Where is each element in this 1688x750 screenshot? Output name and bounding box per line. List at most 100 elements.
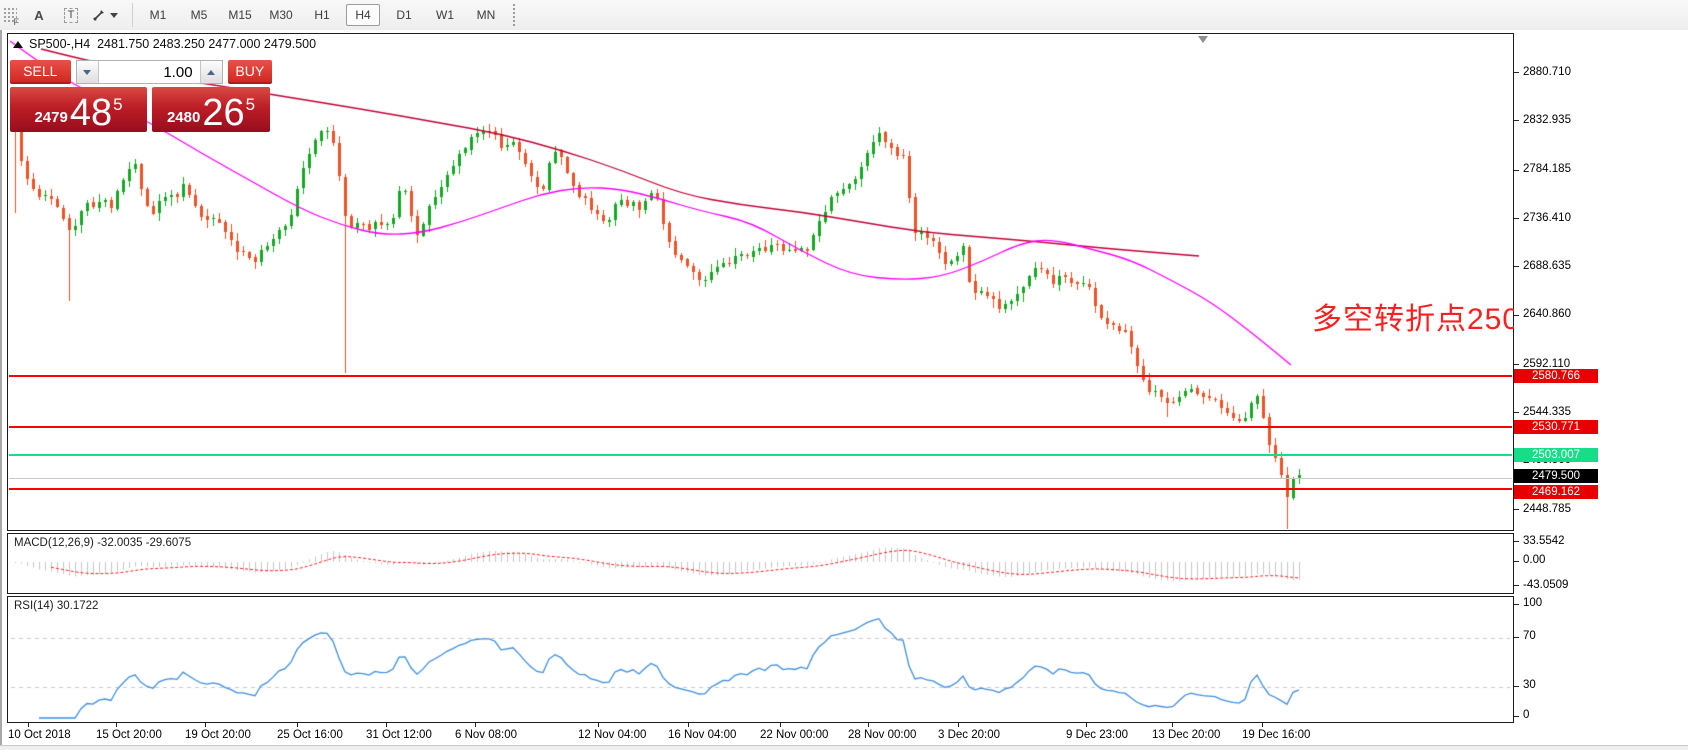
rsi-value: 30.1722	[56, 600, 99, 612]
status-strip	[0, 745, 1688, 750]
price-tick-label: 2448.785	[1523, 502, 1571, 515]
buy-button[interactable]: BUY	[227, 60, 272, 84]
price-tick-label: 2880.710	[1523, 65, 1571, 78]
level-line-pivot[interactable]	[9, 453, 1512, 456]
text-annotation-icon[interactable]: A	[26, 2, 52, 28]
toolbar-separator	[132, 3, 133, 27]
time-tick-label: 19 Oct 20:00	[185, 729, 251, 741]
level-line-resistance[interactable]	[9, 375, 1512, 378]
chart-symbol: SP500-,H4	[29, 37, 91, 51]
time-tick-label: 19 Dec 16:00	[1242, 729, 1311, 741]
buy-price-main: 26	[202, 92, 245, 134]
mt4-terminal: F A T M1 M5 M15 M30 H1 H4 D1 W1 MN SP500-,H4 248…	[0, 0, 1688, 750]
volume-decrease-button[interactable]	[76, 61, 99, 83]
price-tick	[1514, 169, 1519, 171]
timeframe-mn-button[interactable]: MN	[469, 4, 503, 26]
rsi-axis-tick	[1514, 685, 1519, 687]
time-tick-label: 13 Dec 20:00	[1152, 729, 1221, 741]
dropdown-caret-icon[interactable]	[110, 12, 118, 18]
timeframe-w1-button[interactable]: W1	[428, 4, 462, 26]
time-tick	[1262, 723, 1263, 727]
time-tick-label: 6 Nov 08:00	[455, 729, 518, 741]
macd-canvas[interactable]	[9, 535, 1512, 592]
macd-name: MACD(12,26,9)	[14, 537, 94, 549]
volume-stepper	[75, 60, 223, 84]
rsi-axis-tick	[1514, 603, 1519, 605]
top-toolbar: F A T M1 M5 M15 M30 H1 H4 D1 W1 MN	[0, 0, 1688, 31]
chart-ohlc: 2481.750 2483.250 2477.000 2479.500	[97, 37, 317, 51]
sell-price-box[interactable]: 2479 48 5	[10, 87, 147, 132]
time-tick-label: 12 Nov 04:00	[578, 729, 647, 741]
price-tick-label: 2544.335	[1523, 405, 1571, 418]
macd-axis-tick	[1514, 560, 1519, 562]
rsi-axis-label: 0	[1523, 709, 1530, 721]
timeframe-m15-button[interactable]: M15	[223, 4, 257, 26]
rsi-axis-label: 70	[1523, 630, 1536, 643]
sell-price-prefix: 2479	[34, 109, 68, 126]
volume-input[interactable]	[98, 61, 200, 83]
time-tick-label: 25 Oct 16:00	[277, 729, 343, 741]
price-badge-resistance: 2580.766	[1514, 369, 1598, 384]
price-tick	[1514, 364, 1519, 366]
timeframe-m1-button[interactable]: M1	[141, 4, 175, 26]
price-tick-label: 2832.935	[1523, 113, 1571, 126]
time-tick	[386, 723, 387, 727]
price-badge-current-price: 2479.500	[1514, 468, 1598, 483]
macd-axis-tick	[1514, 541, 1519, 543]
rsi-axis-label: 100	[1523, 597, 1543, 609]
price-tick	[1514, 266, 1519, 268]
price-tick	[1514, 412, 1519, 414]
time-tick	[868, 723, 869, 727]
timeframe-d1-button[interactable]: D1	[387, 4, 421, 26]
arrow-down-icon	[83, 69, 92, 75]
macd-axis-label: 33.5542	[1523, 534, 1565, 547]
rsi-panel: RSI(14) 30.1722	[7, 596, 1514, 723]
price-tick	[1514, 314, 1519, 316]
price-tick	[1514, 120, 1519, 122]
toolbar-grip-icon[interactable]: F	[3, 6, 19, 27]
time-tick-label: 16 Nov 04:00	[668, 729, 737, 741]
chart-shift-marker-icon[interactable]	[1198, 36, 1208, 43]
time-tick-label: 22 Nov 00:00	[760, 729, 829, 741]
time-tick	[297, 723, 298, 727]
chart-window: SP500-,H4 2481.750 2483.250 2477.000 247…	[0, 30, 1688, 750]
time-tick	[475, 723, 476, 727]
price-tick-label: 2784.185	[1523, 163, 1571, 176]
rsi-axis-label: 30	[1523, 679, 1536, 692]
price-tick-label: 2640.860	[1523, 308, 1571, 321]
rsi-axis-tick	[1514, 715, 1519, 717]
time-tick	[1086, 723, 1087, 727]
sell-button[interactable]: SELL	[10, 60, 71, 84]
level-line-support[interactable]	[9, 488, 1512, 491]
timeframe-m5-button[interactable]: M5	[182, 4, 216, 26]
price-badge-pivot: 2503.007	[1514, 447, 1598, 462]
text-box-icon[interactable]: T	[58, 2, 84, 28]
price-tick	[1514, 218, 1519, 220]
time-axis[interactable]: 10 Oct 2018 15 Oct 20:00 19 Oct 20:00 25 Oc…	[7, 723, 1514, 745]
timeframe-h4-button[interactable]: H4	[346, 4, 380, 26]
time-tick	[205, 723, 206, 727]
trade-controls-row: SELL BUY	[10, 60, 272, 84]
price-axis[interactable]: 2880.710 2832.935 2784.185 2736.410 2688.635…	[1514, 33, 1688, 723]
level-line-resistance[interactable]	[9, 425, 1512, 428]
buy-price-box[interactable]: 2480 26 5	[152, 87, 270, 132]
rsi-canvas[interactable]	[9, 598, 1512, 721]
timeframe-h1-button[interactable]: H1	[305, 4, 339, 26]
toolbar-grip-icon[interactable]	[513, 4, 517, 26]
symbol-marker-icon	[13, 40, 23, 48]
trade-prices-row: 2479 48 5 2480 26 5	[10, 87, 272, 132]
timeframe-m30-button[interactable]: M30	[264, 4, 298, 26]
cycle-arrows-glyph	[93, 9, 104, 21]
cycle-arrows-icon[interactable]	[90, 2, 119, 28]
time-tick	[780, 723, 781, 727]
time-tick	[688, 723, 689, 727]
one-click-trading-panel: SELL BUY 2479 48 5 2480	[10, 60, 272, 132]
rsi-name: RSI(14)	[14, 600, 54, 612]
price-chart-panel: SP500-,H4 2481.750 2483.250 2477.000 247…	[7, 33, 1537, 531]
level-line-current-price[interactable]	[9, 478, 1512, 480]
rsi-axis-tick	[1514, 636, 1519, 638]
volume-increase-button[interactable]	[199, 61, 222, 83]
time-tick	[598, 723, 599, 727]
time-tick-label: 3 Dec 20:00	[938, 729, 1001, 741]
macd-label: MACD(12,26,9) -32.0035 -29.6075	[14, 537, 191, 549]
